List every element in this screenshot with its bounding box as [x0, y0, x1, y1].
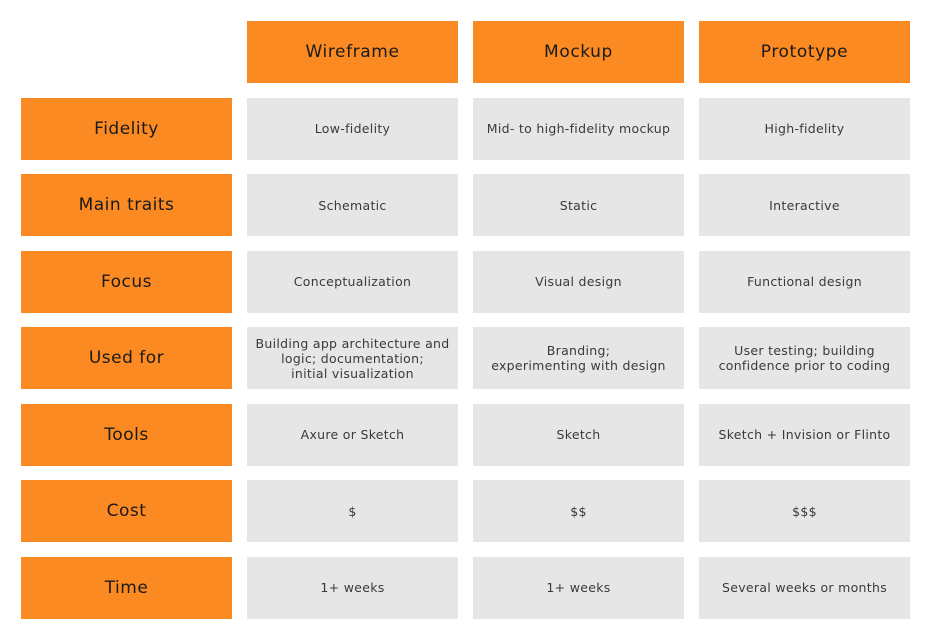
- table-cell: Mid- to high-fidelity mockup: [473, 97, 684, 160]
- table-cell: Building app architecture and logic; doc…: [247, 327, 458, 389]
- table-cell: Branding; experimenting with design: [473, 327, 684, 389]
- table-cell: User testing; building confidence prior …: [699, 327, 910, 389]
- table-cell: Sketch: [473, 403, 684, 466]
- table-cell: High-fidelity: [699, 97, 910, 160]
- row-label-focus: Focus: [21, 250, 232, 313]
- table-cell: Low-fidelity: [247, 97, 458, 160]
- column-header-wireframe: Wireframe: [247, 21, 458, 83]
- table-cell: Schematic: [247, 174, 458, 236]
- table-cell: Functional design: [699, 250, 910, 313]
- row-label-time: Time: [21, 556, 232, 619]
- row-label-cost: Cost: [21, 480, 232, 542]
- table-cell: 1+ weeks: [473, 556, 684, 619]
- table-cell: Static: [473, 174, 684, 236]
- table-cell: $: [247, 480, 458, 542]
- row-label-tools: Tools: [21, 403, 232, 466]
- row-label-main-traits: Main traits: [21, 174, 232, 236]
- table-cell: Conceptualization: [247, 250, 458, 313]
- comparison-table: Wireframe Mockup Prototype Fidelity Low-…: [21, 21, 910, 619]
- table-cell: Axure or Sketch: [247, 403, 458, 466]
- column-header-mockup: Mockup: [473, 21, 684, 83]
- table-cell: 1+ weeks: [247, 556, 458, 619]
- table-cell: Visual design: [473, 250, 684, 313]
- table-cell: $$$: [699, 480, 910, 542]
- corner-empty-cell: [21, 21, 232, 83]
- table-cell: Several weeks or months: [699, 556, 910, 619]
- row-label-used-for: Used for: [21, 327, 232, 389]
- row-label-fidelity: Fidelity: [21, 97, 232, 160]
- table-cell: Interactive: [699, 174, 910, 236]
- table-cell: Sketch + Invision or Flinto: [699, 403, 910, 466]
- table-cell: $$: [473, 480, 684, 542]
- column-header-prototype: Prototype: [699, 21, 910, 83]
